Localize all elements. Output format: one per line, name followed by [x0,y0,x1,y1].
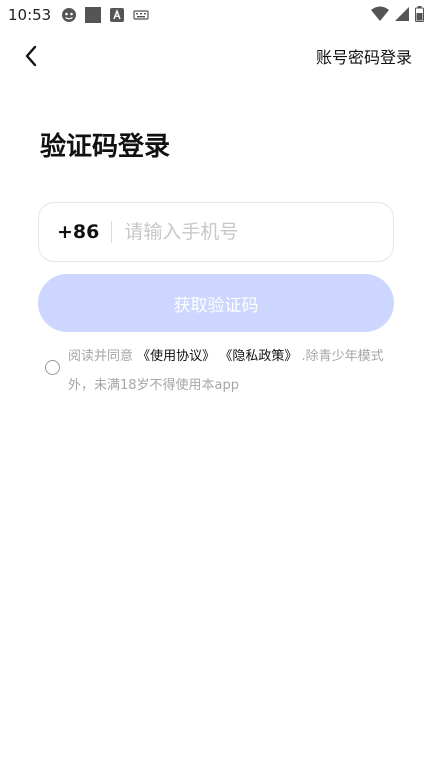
get-verification-code-button[interactable]: 获取验证码 [38,274,394,332]
agreement-text: 阅读并同意 《使用协议》 《隐私政策》 .除青少年模式外，未满18岁不得使用本a… [68,342,398,400]
user-agreement-link[interactable]: 《使用协议》 [137,349,215,364]
chevron-left-icon [25,45,37,67]
field-divider [111,221,113,243]
agreement-prefix: 阅读并同意 [68,349,134,364]
wifi-icon [371,6,389,26]
battery-icon [415,6,424,26]
status-icons-left [61,7,149,23]
page-title: 验证码登录 [40,132,171,162]
keyboard-icon [133,7,149,23]
back-button[interactable] [18,42,46,70]
top-nav: 账号密码登录 [0,36,432,76]
privacy-policy-link[interactable]: 《隐私政策》 [219,349,297,364]
phone-number-input[interactable] [124,221,365,243]
account-password-login-link[interactable]: 账号密码登录 [316,44,412,68]
status-icons-right [371,6,424,26]
font-a-icon [109,7,125,23]
signal-icon [395,6,409,26]
login-screen: 10:53 账号密码登录 验证码登录 +86 请输入手机号 获取验证码 阅读并同… [0,0,432,768]
agreement-checkbox[interactable] [45,360,60,375]
smiley-face-icon [61,7,77,23]
phone-field: +86 [38,202,394,262]
status-time: 10:53 [8,6,52,24]
country-code-selector[interactable]: +86 [57,221,99,243]
status-bar: 10:53 [0,0,432,30]
square-icon [85,7,102,23]
